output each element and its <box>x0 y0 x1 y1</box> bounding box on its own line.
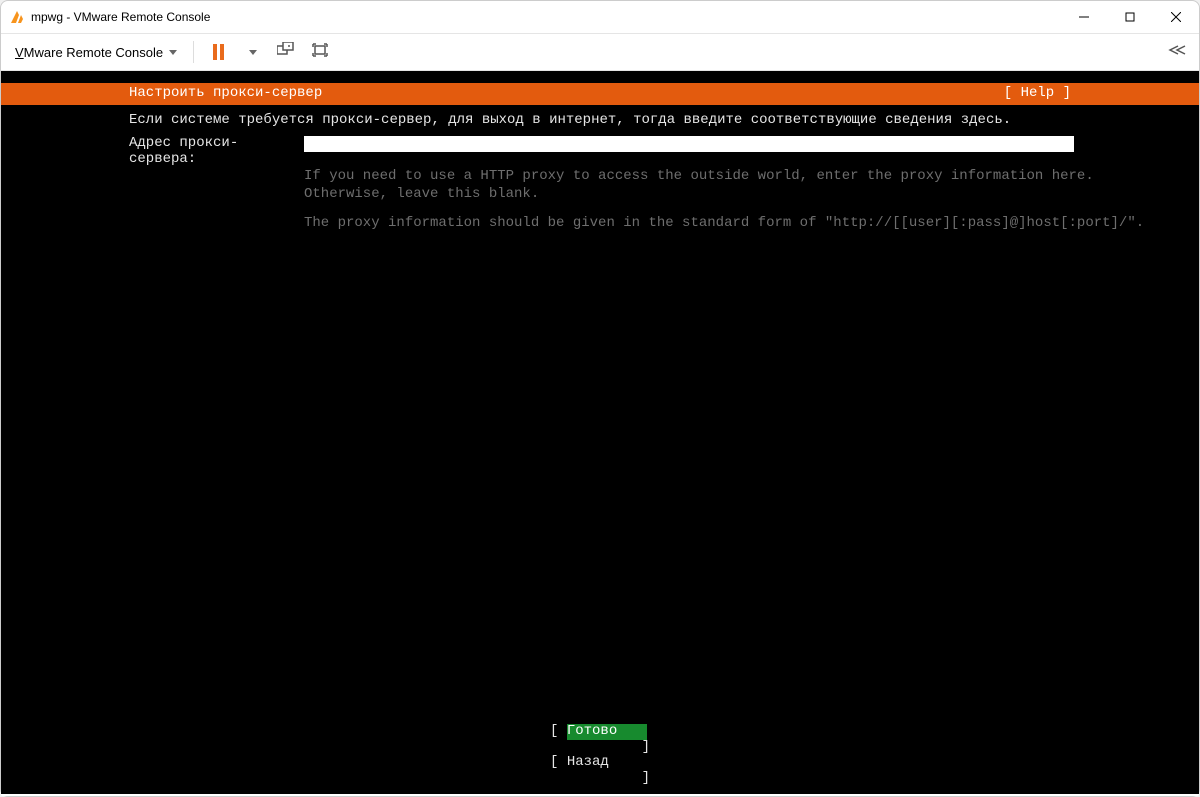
help-button[interactable]: [ Help ] <box>1004 86 1071 101</box>
pause-dropdown[interactable] <box>238 38 266 66</box>
fullscreen-button[interactable] <box>306 38 334 66</box>
console-menu-button[interactable]: VMware Remote Console <box>9 41 183 64</box>
vm-console[interactable]: Настроить прокси-сервер [ Help ] Если си… <box>1 83 1199 794</box>
button-bar: [ Готово ] [ Назад ] <box>1 724 1199 786</box>
app-window: mpwg - VMware Remote Console VMware Remo… <box>0 0 1200 797</box>
titlebar[interactable]: mpwg - VMware Remote Console <box>1 1 1199 33</box>
pause-icon <box>213 44 224 60</box>
hint-line-1: If you need to use a HTTP proxy to acces… <box>1 167 1199 184</box>
maximize-button[interactable] <box>1107 1 1153 33</box>
chevron-down-icon <box>169 50 177 55</box>
instruction-text: Если системе требуется прокси-сервер, дл… <box>1 105 1199 128</box>
proxy-label: Адрес прокси-сервера: <box>129 136 304 167</box>
window-title: mpwg - VMware Remote Console <box>31 10 210 24</box>
toolbar: VMware Remote Console <box>1 33 1199 71</box>
done-button[interactable]: [ Готово ] <box>548 724 652 755</box>
chevron-down-icon <box>249 50 257 55</box>
close-button[interactable] <box>1153 1 1199 33</box>
back-button[interactable]: [ Назад ] <box>548 755 652 786</box>
cad-icon <box>277 42 295 63</box>
proxy-row: Адрес прокси-сервера: <box>1 128 1199 167</box>
hint-line-3: The proxy information should be given in… <box>1 202 1199 231</box>
app-icon <box>9 9 25 25</box>
drawer-button[interactable] <box>1163 38 1191 66</box>
send-ctrl-alt-del-button[interactable] <box>272 38 300 66</box>
menu-label-rest: Mware Remote Console <box>24 45 163 60</box>
separator <box>193 41 194 63</box>
header-title: Настроить прокси-сервер <box>129 86 322 101</box>
pause-button[interactable] <box>204 38 232 66</box>
minimize-button[interactable] <box>1061 1 1107 33</box>
proxy-input[interactable] <box>304 136 1074 152</box>
console-top-border <box>1 71 1199 83</box>
installer-header: Настроить прокси-сервер [ Help ] <box>1 83 1199 105</box>
hint-line-2: Otherwise, leave this blank. <box>1 185 1199 202</box>
drawer-icon <box>1168 43 1186 62</box>
fullscreen-icon <box>311 42 329 63</box>
